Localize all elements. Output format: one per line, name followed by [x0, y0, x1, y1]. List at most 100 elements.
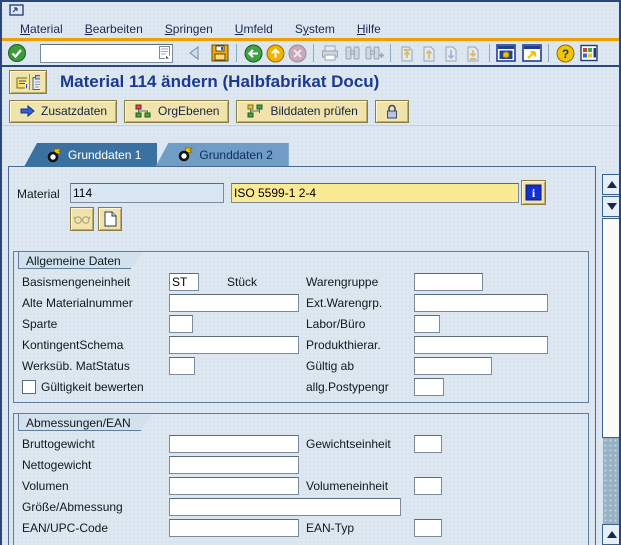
ean-typ-field[interactable] — [414, 519, 442, 537]
check-screen-data-icon — [246, 104, 264, 118]
application-toolbar: Zusatzdaten OrgEbenen Bilddaten prüfen — [2, 97, 619, 126]
create-button[interactable] — [98, 207, 122, 231]
orgebenen-button[interactable]: OrgEbenen — [124, 100, 229, 123]
gewichtseinheit-field[interactable] — [414, 435, 442, 453]
enter-button[interactable] — [6, 42, 28, 64]
form-row: EAN/UPC-Code EAN-Typ — [14, 518, 588, 539]
menu-item-material[interactable]: Material — [20, 22, 63, 36]
material-description-field[interactable] — [231, 183, 519, 203]
material-number-field[interactable] — [70, 183, 224, 203]
arrow-right-icon — [19, 104, 35, 118]
group-header: Allgemeine Daten — [18, 251, 144, 269]
form-row: Sparte Labor/Büro — [14, 314, 588, 335]
gueltigkeit-bewerten-checkbox[interactable] — [22, 380, 36, 394]
arrow-up-icon — [607, 531, 617, 538]
volumeneinheit-field[interactable] — [414, 477, 442, 495]
toolbar-separator — [489, 44, 490, 62]
bilddaten-pruefen-button[interactable]: Bilddaten prüfen — [236, 100, 367, 123]
scroll-down-button[interactable] — [602, 196, 621, 217]
info-button[interactable]: i — [521, 180, 546, 205]
werksueb-matstatus-field[interactable] — [169, 357, 195, 375]
zusatzdaten-button[interactable]: Zusatzdaten — [9, 100, 117, 123]
help-button[interactable]: ? — [554, 42, 576, 64]
org-levels-icon — [134, 104, 152, 118]
new-document-icon — [103, 211, 117, 227]
form-row: Bruttogewicht Gewichtseinheit — [14, 434, 588, 455]
command-list-icon[interactable] — [159, 46, 170, 62]
last-page-button[interactable] — [462, 42, 484, 64]
group-allgemeine-daten: Allgemeine Daten Basismengeneinheit Stüc… — [13, 251, 589, 403]
print-button[interactable] — [319, 42, 341, 64]
group-header: Abmessungen/EAN — [18, 413, 154, 431]
tab-content-panel: Material i Allgemeine Daten Basismengene… — [8, 166, 596, 545]
allg-postypengr-field[interactable] — [414, 378, 444, 396]
basic-data-icon — [46, 148, 62, 163]
menu-item-umfeld[interactable]: Umfeld — [235, 22, 273, 36]
basismengeneinheit-field[interactable] — [169, 273, 199, 291]
vertical-scrollbar — [602, 174, 621, 545]
menu-item-hilfe[interactable]: Hilfe — [357, 22, 381, 36]
svg-text:?: ? — [561, 47, 568, 61]
system-menu-icon[interactable] — [9, 4, 25, 20]
page-down-button[interactable] — [440, 42, 462, 64]
tab-strip: Grunddaten 1 Grunddaten 2 — [24, 143, 289, 167]
arrow-down-icon — [607, 203, 617, 210]
menu-item-bearbeiten[interactable]: Bearbeiten — [85, 22, 143, 36]
scroll-bottom-button[interactable] — [602, 524, 621, 545]
nettogewicht-field[interactable] — [169, 456, 299, 474]
customize-layout-button[interactable] — [578, 42, 600, 64]
exit-button[interactable] — [264, 42, 286, 64]
screen-title: Material 114 ändern (Halbfabrikat Docu) — [60, 72, 379, 92]
form-row: KontingentSchema Produkthierar. — [14, 335, 588, 356]
display-button[interactable] — [70, 207, 94, 231]
group-abmessungen-ean: Abmessungen/EAN Bruttogewicht Gewichtsei… — [13, 413, 589, 545]
sap-window: Material Bearbeiten Springen Umfeld Syst… — [0, 0, 621, 545]
info-icon: i — [525, 184, 542, 201]
title-row: Material 114 ändern (Halbfabrikat Docu) — [2, 67, 619, 97]
toolbar-separator — [548, 44, 549, 62]
save-button[interactable] — [209, 42, 231, 64]
cancel-button[interactable] — [286, 42, 308, 64]
sparte-field[interactable] — [169, 315, 193, 333]
groesse-abmessung-field[interactable] — [169, 498, 401, 516]
scrollbar-thumb[interactable] — [602, 218, 621, 438]
create-shortcut-button[interactable] — [521, 42, 543, 64]
form-row: Größe/Abmessung — [14, 497, 588, 518]
form-row: Werksüb. MatStatus Gültig ab — [14, 356, 588, 377]
alte-materialnummer-field[interactable] — [169, 294, 299, 312]
first-page-button[interactable] — [396, 42, 418, 64]
scrollbar-track[interactable] — [603, 438, 620, 524]
kontingentschema-field[interactable] — [169, 336, 299, 354]
page-up-button[interactable] — [418, 42, 440, 64]
labor-buero-field[interactable] — [414, 315, 440, 333]
back-button[interactable] — [242, 42, 264, 64]
standard-toolbar: ? — [2, 41, 619, 65]
gueltig-ab-field[interactable] — [414, 357, 492, 375]
volumen-field[interactable] — [169, 477, 299, 495]
bruttogewicht-field[interactable] — [169, 435, 299, 453]
scroll-up-button[interactable] — [602, 174, 621, 195]
find-next-button[interactable] — [363, 42, 385, 64]
form-row: Volumen Volumeneinheit — [14, 476, 588, 497]
new-session-button[interactable] — [495, 42, 517, 64]
ext-warengrp-field[interactable] — [414, 294, 548, 312]
tab-label: Grunddaten 1 — [68, 148, 141, 162]
ean-upc-code-field[interactable] — [169, 519, 299, 537]
menu-item-system[interactable]: System — [295, 22, 335, 36]
warengruppe-field[interactable] — [414, 273, 483, 291]
services-for-object-button[interactable] — [9, 70, 47, 94]
command-input[interactable] — [40, 44, 173, 63]
lock-button[interactable] — [375, 100, 409, 123]
tab-grunddaten-1[interactable]: Grunddaten 1 — [24, 143, 157, 167]
toolbar-separator — [313, 44, 314, 62]
services-for-object-icon — [16, 75, 27, 90]
window-titlebar — [2, 2, 619, 19]
unit-text: Stück — [227, 275, 257, 289]
tab-grunddaten-2[interactable]: Grunddaten 2 — [155, 143, 288, 167]
back-triangle-button[interactable] — [183, 42, 205, 64]
lock-icon — [385, 103, 399, 119]
find-button[interactable] — [341, 42, 363, 64]
form-row: Nettogewicht — [14, 455, 588, 476]
produkthierar-field[interactable] — [414, 336, 548, 354]
menu-item-springen[interactable]: Springen — [165, 22, 213, 36]
